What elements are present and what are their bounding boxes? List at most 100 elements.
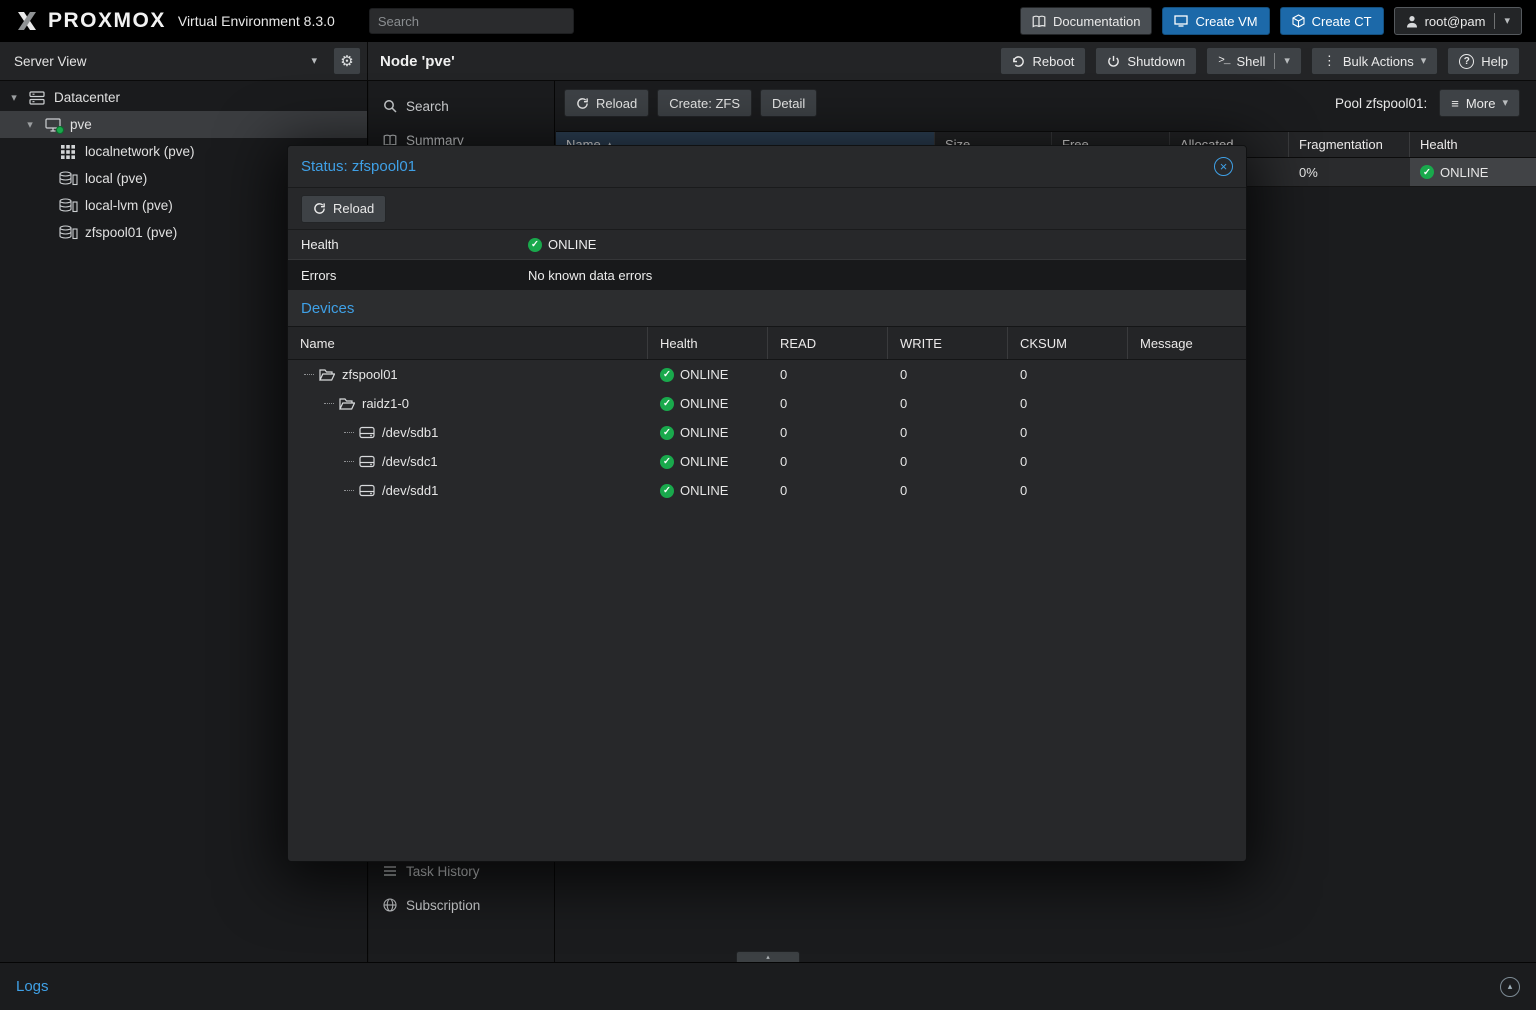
network-grid-icon: [58, 145, 78, 159]
dialog-reload-label: Reload: [333, 201, 374, 216]
device-read-cell: 0: [768, 454, 888, 469]
device-read-cell: 0: [768, 396, 888, 411]
device-cksum-cell: 0: [1008, 483, 1128, 498]
column-header-write[interactable]: WRITE: [888, 327, 1008, 359]
documentation-button[interactable]: Documentation: [1020, 7, 1152, 35]
device-name: /dev/sdb1: [382, 425, 438, 440]
check-circle-icon: ✓: [660, 455, 674, 469]
top-bar: PROXMOX Virtual Environment 8.3.0 Docume…: [0, 0, 1536, 42]
tree-label: Datacenter: [54, 90, 120, 105]
menu-item-label: Subscription: [406, 898, 480, 913]
check-circle-icon: ✓: [1420, 165, 1434, 179]
device-write-cell: 0: [888, 454, 1008, 469]
global-search-input[interactable]: [369, 8, 574, 34]
storage-icon: [58, 225, 78, 240]
menu-item-label: Search: [406, 99, 449, 114]
view-selector[interactable]: Server View ▾: [12, 48, 325, 75]
online-badge: [56, 126, 64, 134]
tree-line: [344, 461, 354, 462]
brand-name: PROXMOX: [48, 9, 166, 33]
user-menu-button[interactable]: root@pam ▾: [1394, 7, 1522, 35]
book-icon: [1032, 15, 1046, 28]
check-circle-icon: ✓: [660, 426, 674, 440]
device-name-cell: /dev/sdc1: [288, 454, 648, 469]
tree-line: [344, 490, 354, 491]
node-title: Node 'pve': [380, 53, 455, 70]
create-zfs-button[interactable]: Create: ZFS: [657, 89, 752, 117]
help-label: Help: [1481, 54, 1508, 69]
folder-open-icon: [319, 368, 335, 382]
expand-logs-button[interactable]: ▴: [1500, 977, 1520, 997]
errors-value: No known data errors: [528, 268, 652, 283]
monitor-icon: [1174, 15, 1188, 27]
create-zfs-label: Create: ZFS: [669, 96, 740, 111]
tree-item-pve[interactable]: ▾ pve: [0, 111, 367, 138]
reboot-button[interactable]: Reboot: [1000, 47, 1086, 75]
view-selector-area: Server View ▾ ⚙: [0, 42, 368, 80]
tree-label: local (pve): [85, 171, 147, 186]
column-header-cksum[interactable]: CKSUM: [1008, 327, 1128, 359]
close-icon[interactable]: ×: [1214, 157, 1233, 176]
device-name: raidz1-0: [362, 396, 409, 411]
more-button[interactable]: ≡ More ▾: [1439, 89, 1520, 117]
check-circle-icon: ✓: [528, 238, 542, 252]
logs-collapse-handle[interactable]: ▴: [736, 951, 800, 962]
health-status-text: ONLINE: [548, 237, 596, 252]
device-row[interactable]: /dev/sdc1 ✓ ONLINE 0 0 0: [288, 447, 1246, 476]
chevron-down-icon: ▾: [311, 56, 317, 67]
status-dialog: Status: zfspool01 × Reload Health ✓ ONLI…: [287, 145, 1247, 862]
tree-label: zfspool01 (pve): [85, 225, 177, 240]
datacenter-icon: [27, 91, 47, 105]
shutdown-label: Shutdown: [1127, 54, 1185, 69]
column-header-fragmentation[interactable]: Fragmentation: [1289, 132, 1410, 157]
folder-open-icon: [339, 397, 355, 411]
globe-icon: [383, 898, 397, 912]
reload-label: Reload: [596, 96, 637, 111]
health-status-text: ONLINE: [680, 425, 728, 440]
device-read-cell: 0: [768, 425, 888, 440]
divider: [1494, 13, 1495, 29]
detail-button[interactable]: Detail: [760, 89, 817, 117]
device-row[interactable]: raidz1-0 ✓ ONLINE 0 0 0: [288, 389, 1246, 418]
logs-tab[interactable]: Logs: [16, 978, 49, 995]
settings-gear-button[interactable]: ⚙: [333, 47, 361, 75]
column-header-health[interactable]: Health: [1410, 132, 1536, 157]
device-health-cell: ✓ ONLINE: [648, 454, 768, 469]
chevron-down-icon: ▾: [1284, 56, 1290, 67]
reboot-icon: [1012, 55, 1025, 68]
shutdown-button[interactable]: Shutdown: [1095, 47, 1197, 75]
bulk-actions-button[interactable]: ⋮ Bulk Actions ▾: [1311, 47, 1438, 75]
reload-button[interactable]: Reload: [564, 89, 649, 117]
column-header-message[interactable]: Message: [1128, 327, 1246, 359]
storage-icon: [58, 198, 78, 213]
tree-label: pve: [70, 117, 92, 132]
column-header-name[interactable]: Name: [288, 327, 648, 359]
node-actions: Reboot Shutdown >_ Shell ▾ ⋮ Bulk Action: [1000, 47, 1520, 75]
list-icon: [383, 865, 397, 877]
dialog-reload-button[interactable]: Reload: [301, 195, 386, 223]
column-header-health[interactable]: Health: [648, 327, 768, 359]
check-circle-icon: ✓: [660, 368, 674, 382]
brand: PROXMOX Virtual Environment 8.3.0: [14, 9, 335, 33]
device-health-cell: ✓ ONLINE: [648, 425, 768, 440]
menu-item-subscription[interactable]: Subscription: [369, 888, 554, 922]
device-row[interactable]: /dev/sdb1 ✓ ONLINE 0 0 0: [288, 418, 1246, 447]
device-write-cell: 0: [888, 425, 1008, 440]
dots-vertical-icon: ⋮: [1323, 53, 1336, 69]
health-status-text: ONLINE: [1440, 165, 1488, 180]
chevron-up-icon: ▴: [1508, 981, 1513, 992]
chevron-down-icon: ▾: [8, 91, 20, 104]
tree-item-datacenter[interactable]: ▾ Datacenter: [0, 84, 367, 111]
device-health-cell: ✓ ONLINE: [648, 396, 768, 411]
dialog-header[interactable]: Status: zfspool01 ×: [288, 146, 1246, 188]
device-row[interactable]: /dev/sdd1 ✓ ONLINE 0 0 0: [288, 476, 1246, 505]
create-vm-button[interactable]: Create VM: [1162, 7, 1269, 35]
column-header-read[interactable]: READ: [768, 327, 888, 359]
create-ct-button[interactable]: Create CT: [1280, 7, 1384, 35]
menu-item-search[interactable]: Search: [369, 89, 554, 123]
check-circle-icon: ✓: [660, 484, 674, 498]
device-row[interactable]: zfspool01 ✓ ONLINE 0 0 0: [288, 360, 1246, 389]
device-name-cell: zfspool01: [288, 367, 648, 382]
help-button[interactable]: ? Help: [1447, 47, 1520, 75]
shell-button[interactable]: >_ Shell ▾: [1206, 47, 1302, 75]
